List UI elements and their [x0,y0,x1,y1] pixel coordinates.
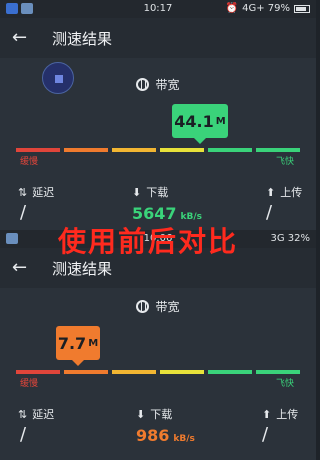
speed-bubble: 7.7 M [56,326,100,366]
scale-segment [160,370,204,374]
scale-segment [16,148,60,152]
result-card: 带宽 44.1 M 缓慢 飞快 ⇅ 延迟 ⬇ 下载 ⬆ 上传 / 5647 kB/s / [0,58,316,230]
globe-icon [136,300,150,313]
comparison-caption: 使用前后对比 [58,225,239,258]
back-arrow-icon[interactable]: ← [12,27,27,48]
status-signal-text: 4G+ 79% [242,3,290,14]
download-label: ⬇ 下载 [136,408,173,421]
bandwidth-label: 带宽 [0,298,316,315]
download-label: ⬇ 下载 [132,186,169,199]
scale-segment [256,148,300,152]
latency-label: ⇅ 延迟 [18,408,55,421]
latency-arrows-icon: ⇅ [18,408,28,421]
latency-value: / [20,424,27,445]
status-right: ⏰ 4G+ 79% [226,3,310,14]
upload-label: ⬆ 上传 [262,408,299,421]
status-bar: 10:17 ⏰ 4G+ 79% [0,0,316,18]
latency-value: / [20,202,27,223]
bandwidth-label: 带宽 [0,76,316,93]
result-card: 带宽 7.7 M 缓慢 飞快 ⇅ 延迟 ⬇ 下载 ⬆ 上传 / 986 kB/s / [0,288,316,460]
scale-segment [112,370,156,374]
download-icon: ⬇ [136,408,146,421]
upload-value: / [262,424,269,445]
alarm-icon: ⏰ [225,3,239,14]
scale-segment [256,370,300,374]
back-arrow-icon[interactable]: ← [12,257,27,278]
speed-bubble: 44.1 M [172,104,228,144]
scale-segment [112,148,156,152]
upload-icon: ⬆ [266,186,276,199]
upload-icon: ⬆ [262,408,272,421]
scale-segment [160,148,204,152]
upload-value: / [266,202,273,223]
scale-fast-label: 飞快 [276,157,295,167]
page-title: 测速结果 [52,30,113,48]
upload-label: ⬆ 上传 [266,186,303,199]
top-panel: 10:17 ⏰ 4G+ 79% ← 测速结果 带宽 44.1 M 缓慢 飞快 ⇅ 延… [0,0,316,230]
download-icon: ⬇ [132,186,142,199]
scale-slow-label: 缓慢 [20,157,39,167]
scale-fast-label: 飞快 [276,379,295,389]
globe-icon [136,78,150,91]
status-signal-text: 3G 32% [270,233,310,244]
scale-segment [16,370,60,374]
scale-segment [64,148,108,152]
latency-arrows-icon: ⇅ [18,186,28,199]
scale-segment [208,148,252,152]
scale-slow-label: 缓慢 [20,379,39,389]
bottom-panel: 10:06 3G 32% ← 测速结果 带宽 7.7 M 缓慢 飞快 ⇅ 延迟 ⬇ 下… [0,230,316,460]
battery-icon [294,4,310,13]
page-title: 测速结果 [52,260,113,278]
download-value: 986 kB/s [136,426,195,445]
app-bar: ← 测速结果 [0,18,316,58]
status-right: 3G 32% [270,233,310,244]
latency-label: ⇅ 延迟 [18,186,55,199]
scale-segment [208,370,252,374]
scale-segment [64,370,108,374]
